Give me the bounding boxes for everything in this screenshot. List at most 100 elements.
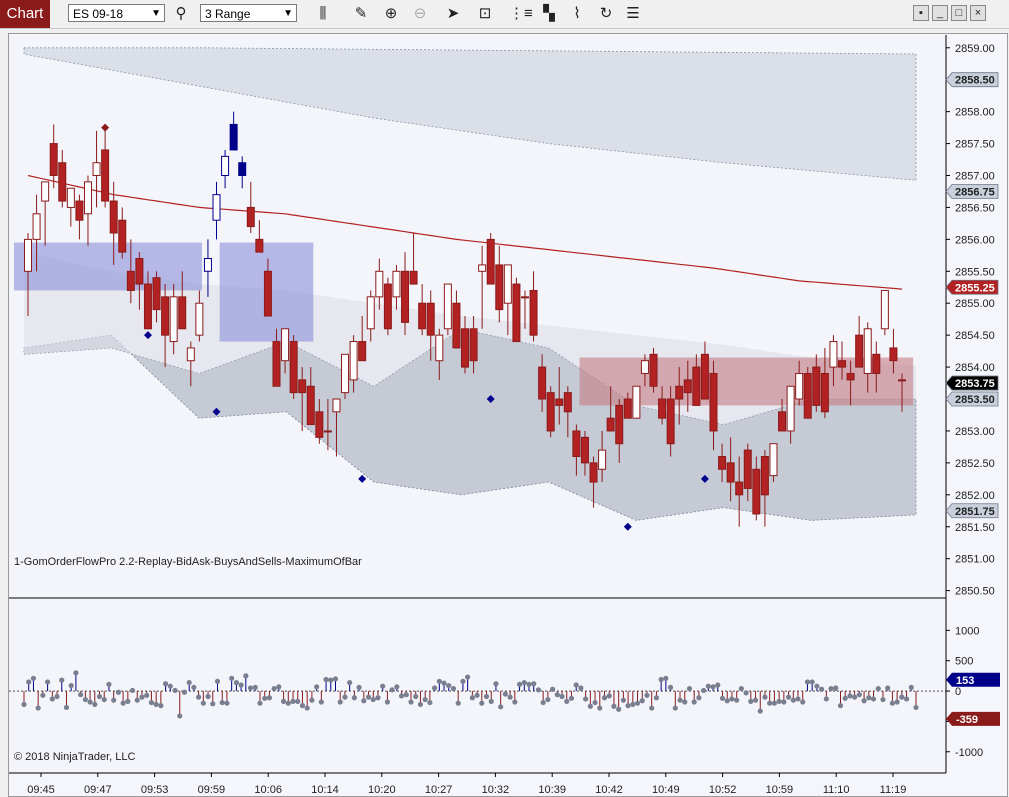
delta-dot xyxy=(847,693,853,699)
indicator-marker-label: -359 xyxy=(956,714,978,726)
time-tick-label: 10:59 xyxy=(766,784,794,796)
candle-body xyxy=(49,143,58,176)
delta-dot xyxy=(573,682,579,688)
delta-dot xyxy=(285,700,291,706)
delta-dot xyxy=(73,670,79,676)
candle-body xyxy=(366,296,375,330)
delta-dot xyxy=(880,696,886,703)
delta-dot xyxy=(521,679,527,686)
time-tick-label: 10:42 xyxy=(595,784,623,796)
candle-body xyxy=(563,392,572,413)
delta-dot xyxy=(710,684,716,690)
candle-body xyxy=(863,328,872,374)
delta-dot xyxy=(210,701,216,707)
delta-dot xyxy=(224,700,230,706)
delta-dot xyxy=(370,696,376,703)
candle-body xyxy=(512,283,521,343)
candle-body xyxy=(375,270,384,298)
candle-body xyxy=(658,398,667,419)
delta-dot xyxy=(247,685,254,691)
candle-body xyxy=(401,270,410,323)
delta-dot xyxy=(852,694,858,700)
delta-dot xyxy=(724,698,730,704)
candle-body xyxy=(743,449,752,489)
delta-dot xyxy=(776,698,782,704)
indicator-tick-label: 0 xyxy=(955,686,961,698)
delta-dot xyxy=(21,701,27,708)
candle-body xyxy=(769,443,778,477)
delta-dot xyxy=(450,686,457,692)
delta-dot xyxy=(804,679,811,685)
candle-body xyxy=(580,436,589,464)
delta-dot xyxy=(323,676,329,683)
delta-dot xyxy=(649,705,655,711)
delta-dot xyxy=(78,692,84,698)
delta-dot xyxy=(200,700,206,706)
delta-dot xyxy=(819,686,825,692)
delta-dot xyxy=(587,703,593,709)
candle-body xyxy=(795,372,804,400)
candle-body xyxy=(898,379,906,382)
time-tick-label: 10:14 xyxy=(311,784,339,796)
candle-body xyxy=(503,264,512,304)
delta-dot xyxy=(469,695,475,701)
delta-dot xyxy=(498,704,504,710)
delta-dot xyxy=(667,684,674,691)
time-tick-label: 09:59 xyxy=(198,784,226,796)
delta-dot xyxy=(318,699,324,705)
delta-dot xyxy=(483,693,490,700)
delta-dot xyxy=(148,699,155,706)
delta-dot xyxy=(125,698,131,704)
delta-dot xyxy=(153,701,159,708)
candle-body xyxy=(392,270,401,298)
indicator-panel-bg xyxy=(9,600,946,773)
price-tick-label: 2855.00 xyxy=(955,298,995,310)
delta-dot xyxy=(583,696,589,702)
price-tick-label: 2854.50 xyxy=(955,330,995,342)
delta-dot xyxy=(696,695,702,701)
delta-dot xyxy=(59,677,65,683)
delta-dot xyxy=(134,697,140,703)
delta-dot xyxy=(625,703,631,709)
candle-body xyxy=(675,385,684,400)
candle-body xyxy=(692,366,701,406)
candle-body xyxy=(461,328,469,368)
delta-dot xyxy=(493,681,499,687)
delta-dot xyxy=(903,696,910,702)
delta-dot xyxy=(771,700,778,706)
time-tick-label: 10:39 xyxy=(538,784,566,796)
candle-body xyxy=(572,430,581,458)
delta-dot xyxy=(554,692,560,698)
delta-dot xyxy=(87,699,93,705)
price-tick-label: 2851.00 xyxy=(955,554,995,566)
candle-body xyxy=(186,347,195,362)
delta-dot xyxy=(394,684,400,690)
delta-dot xyxy=(781,699,787,705)
candle-body xyxy=(683,379,692,394)
candle-body xyxy=(315,411,324,438)
price-tick-label: 2852.50 xyxy=(955,458,995,470)
price-tick-label: 2856.00 xyxy=(955,234,995,246)
time-tick-label: 10:32 xyxy=(482,784,510,796)
candle-body xyxy=(632,385,641,419)
delta-dot xyxy=(115,689,121,695)
delta-dot xyxy=(295,698,301,704)
delta-dot xyxy=(351,695,357,701)
delta-dot xyxy=(578,685,584,691)
time-tick-label: 10:06 xyxy=(254,784,282,796)
candle-body xyxy=(418,302,427,330)
candle-body xyxy=(666,398,675,445)
delta-dot xyxy=(616,706,622,712)
candle-body xyxy=(435,334,444,362)
copyright-text: © 2018 NinjaTrader, LLC xyxy=(14,751,136,763)
delta-dot xyxy=(290,698,296,704)
delta-dot xyxy=(35,705,41,711)
delta-dot xyxy=(214,678,221,684)
indicator-layer xyxy=(9,600,946,773)
indicator-marker-label: 153 xyxy=(956,675,974,687)
candle-body xyxy=(135,258,144,285)
price-tick-label: 2857.00 xyxy=(955,171,995,183)
delta-dot xyxy=(219,699,225,706)
delta-dot xyxy=(177,713,183,719)
chart-canvas[interactable]: 2859.00 2858.50 2858.00 2857.50 2857.00 2856.… xyxy=(0,0,1009,797)
